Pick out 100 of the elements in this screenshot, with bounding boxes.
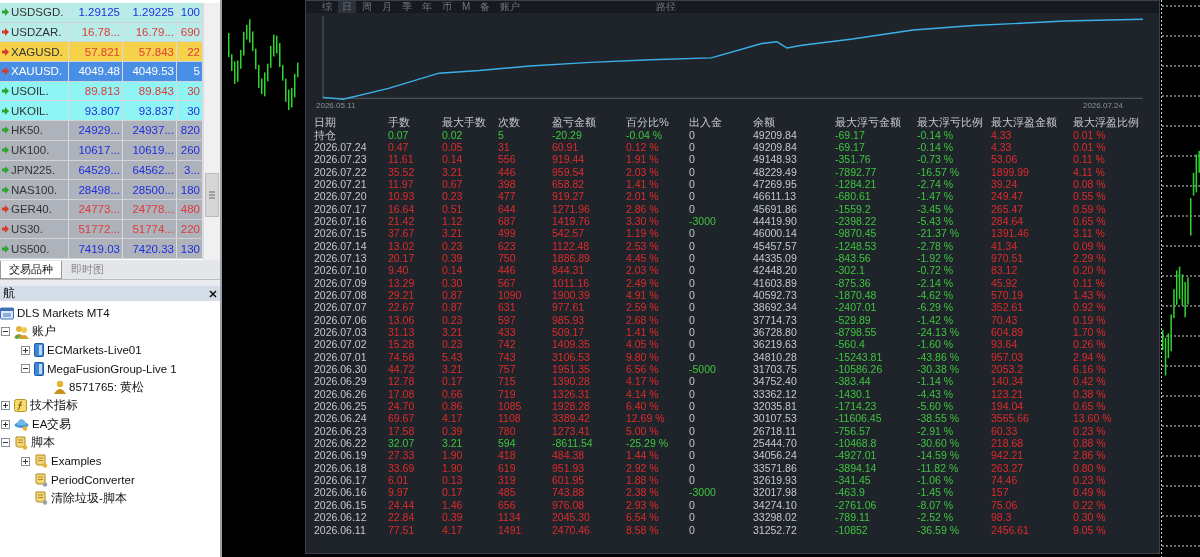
table-cell-text: -5.43 % <box>917 214 955 227</box>
quote-row[interactable]: XAUUSD. 4049.48 4049.53 5 <box>0 62 203 82</box>
table-cell-text: 11.61 <box>388 153 415 166</box>
collapse-icon[interactable] <box>21 364 30 374</box>
tree-item[interactable]: PeriodConverter <box>51 473 135 486</box>
expand-icon[interactable] <box>21 345 30 355</box>
table-cell-text: -2.91 % <box>917 424 955 437</box>
ask-price: 7420.33 <box>123 239 177 258</box>
period-tab[interactable]: 账户 <box>496 1 525 13</box>
table-cell-text: 0 <box>689 449 696 462</box>
symbol-name: UK100. <box>11 144 50 157</box>
quote-row[interactable]: USOIL. 89.813 89.843 30 <box>0 81 203 102</box>
bid-price: 93.807 <box>69 101 123 121</box>
quote-row[interactable]: HK50. 24929... 24937... 820 <box>0 121 203 141</box>
quote-row[interactable]: US500. 7419.03 7420.33 130 <box>0 239 203 259</box>
quote-row[interactable]: XAGUSD. 57.821 57.843 22 <box>0 42 203 63</box>
table-cell-text: -3000 <box>689 214 717 227</box>
scroll-icon <box>34 491 48 506</box>
tree-item[interactable]: 账户 <box>32 324 56 340</box>
quote-row[interactable]: US30. 51772... 51774... 220 <box>0 219 203 240</box>
scroll-thumb-icon[interactable] <box>205 173 219 217</box>
table-cell-text: 83.12 <box>991 264 1019 277</box>
table-cell-text: 60.91 <box>552 140 580 153</box>
quote-row[interactable]: UKOIL. 93.807 93.837 30 <box>0 101 203 122</box>
close-icon[interactable] <box>209 289 217 298</box>
table-cell-text: 0.17 <box>442 486 464 499</box>
path-label: 路径 <box>656 0 677 14</box>
tree-item[interactable]: 清除垃圾-脚本 <box>51 490 127 506</box>
bid-price: 1.29125 <box>69 3 123 22</box>
column-header: 最大浮亏金额 <box>835 116 902 129</box>
table-cell-text: 1.19 % <box>626 227 660 240</box>
period-tab[interactable]: 季 <box>398 1 416 13</box>
period-tab[interactable]: 币 <box>438 1 456 13</box>
tree-item[interactable]: Examples <box>51 455 102 468</box>
table-cell-text: 398 <box>498 177 517 190</box>
table-cell-text: 2026.07.10 <box>314 264 368 277</box>
expand-icon[interactable] <box>21 456 30 466</box>
table-cell-text: -1.92 % <box>917 251 955 264</box>
scroll-icon <box>14 435 28 450</box>
tree-item[interactable]: DLS Markets MT4 <box>17 307 110 320</box>
period-tab[interactable]: 备 <box>476 1 495 13</box>
tree-item[interactable]: 脚本 <box>31 435 55 451</box>
tree-item[interactable]: EA交易 <box>32 416 72 432</box>
period-tab[interactable]: 周 <box>358 1 376 13</box>
tree-item[interactable]: ECMarkets-Live01 <box>47 344 142 357</box>
period-tab[interactable]: M <box>458 1 475 13</box>
quote-row[interactable]: USDZAR. 16.78... 16.79... 690 <box>0 22 203 43</box>
collapse-icon[interactable] <box>1 327 10 337</box>
table-cell-text: 0.01 % <box>1073 140 1107 153</box>
table-cell-text: 9.97 <box>388 486 410 499</box>
period-tab[interactable]: 年 <box>418 1 436 13</box>
panel-tab[interactable]: 交易品种 <box>0 261 62 279</box>
table-cell-text: 0.23 <box>442 239 464 252</box>
function-icon <box>14 399 27 413</box>
expand-icon[interactable] <box>1 419 10 429</box>
tree-item[interactable]: 技术指标 <box>30 398 78 414</box>
table-cell-text: -30.38 % <box>917 363 961 376</box>
scrollbar[interactable] <box>203 3 220 260</box>
symbol-name: XAUUSD. <box>11 65 63 78</box>
table-cell-text: 41603.89 <box>753 276 798 289</box>
table-cell-text: 570.19 <box>991 289 1025 301</box>
table-cell-text: -529.89 <box>835 313 872 326</box>
table-cell-text: 594 <box>498 437 517 450</box>
table-cell-text: 0.67 <box>442 177 464 190</box>
table-cell-text: 249.47 <box>991 190 1025 203</box>
table-cell-text: 5.00 % <box>626 424 660 437</box>
quote-row[interactable]: UK100. 10617... 10619... 260 <box>0 140 203 161</box>
tree-item[interactable]: 8571765: 黄松 <box>69 379 145 395</box>
table-cell-text: 2026.07.22 <box>314 165 368 178</box>
table-cell-text: -38.55 % <box>917 412 961 425</box>
table-cell-text: 2026.07.14 <box>314 239 368 252</box>
table-cell-text: 12.69 % <box>626 412 666 425</box>
table-cell-text: 0.23 <box>442 313 464 326</box>
table-cell-text: -20.29 <box>552 128 583 141</box>
ask-price: 4049.53 <box>123 62 177 81</box>
table-cell-text: 2026.07.15 <box>314 227 368 240</box>
table-cell-text: 74.46 <box>991 474 1019 487</box>
quote-row[interactable]: JPN225. 64529... 64562... 3... <box>0 160 203 181</box>
table-cell-text: 919.44 <box>552 153 586 166</box>
period-tab[interactable]: 综 <box>318 1 336 13</box>
quote-row[interactable]: GER40. 24773... 24778... 480 <box>0 199 203 220</box>
table-cell-text: 484.38 <box>552 449 586 462</box>
table-cell-text: 6.54 % <box>626 511 660 524</box>
period-tab[interactable]: 月 <box>378 1 396 13</box>
table-cell-text: 976.08 <box>552 498 586 511</box>
table-cell-text: 687 <box>498 214 517 227</box>
table-cell-text: 0 <box>689 202 696 215</box>
quote-row[interactable]: NAS100. 28498... 28500... 180 <box>0 180 203 200</box>
table-cell-text: 13.06 <box>388 313 416 326</box>
table-cell-text: -2407.01 <box>835 301 878 314</box>
table-cell-text: 32035.81 <box>753 400 798 413</box>
table-cell-text: 194.04 <box>991 400 1025 413</box>
expand-icon[interactable] <box>1 401 10 411</box>
collapse-icon[interactable] <box>1 438 10 448</box>
tree-item[interactable]: MegaFusionGroup-Live 1 <box>47 362 177 375</box>
table-cell-text: -11.82 % <box>917 461 960 474</box>
table-cell-text: -3000 <box>689 486 717 499</box>
table-cell-text: -5.60 % <box>917 400 955 413</box>
navigator-title: 航 <box>3 286 15 301</box>
quote-row[interactable]: USDSGD. 1.29125 1.29225 100 <box>0 3 203 23</box>
